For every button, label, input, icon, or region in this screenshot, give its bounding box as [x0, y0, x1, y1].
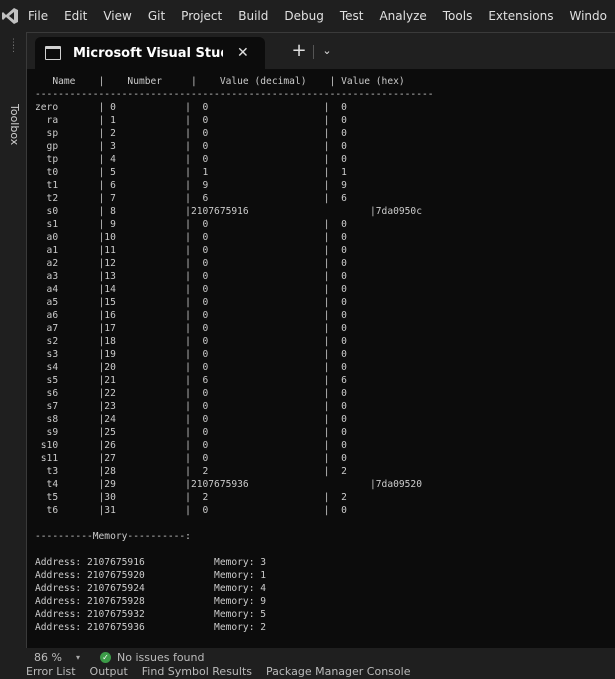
console-tabstrip: Microsoft Visual Studio Debu ✕ + ⌄ — [27, 33, 615, 69]
register-row: a0 |10 | 0 | 0 — [35, 232, 347, 243]
memory-row: Address: 2107675928 Memory: 9 — [35, 596, 267, 607]
tab-divider — [313, 45, 314, 59]
zoom-dropdown-icon[interactable]: ▾ — [76, 653, 80, 662]
memory-row: Address: 2107675920 Memory: 1 — [35, 570, 267, 581]
register-row: t1 | 6 | 9 | 9 — [35, 180, 347, 191]
register-row: a3 |13 | 0 | 0 — [35, 271, 347, 282]
register-row: s10 |26 | 0 | 0 — [35, 440, 347, 451]
visual-studio-logo-icon[interactable] — [0, 0, 20, 32]
register-row: ra | 1 | 0 | 0 — [35, 115, 347, 126]
menu-analyze[interactable]: Analyze — [371, 0, 434, 32]
register-row: s4 |20 | 0 | 0 — [35, 362, 347, 373]
register-row: gp | 3 | 0 | 0 — [35, 141, 347, 152]
check-icon: ✓ — [100, 651, 112, 663]
register-row: t4 |29 |2107675936 |7da09520 — [35, 479, 422, 490]
console-tab-title: Microsoft Visual Studio Debu — [73, 45, 223, 61]
menu-tools[interactable]: Tools — [435, 0, 481, 32]
memory-row: Address: 2107675924 Memory: 4 — [35, 583, 267, 594]
bottom-tool-tabs: Error List Output Find Symbol Results Pa… — [26, 667, 615, 679]
register-row: s0 | 8 |2107675916 |7da0950c — [35, 206, 422, 217]
register-row: s7 |23 | 0 | 0 — [35, 401, 347, 412]
menu-edit[interactable]: Edit — [56, 0, 95, 32]
chevron-down-icon[interactable]: ⌄ — [317, 41, 337, 61]
register-row: s8 |24 | 0 | 0 — [35, 414, 347, 425]
register-row: t2 | 7 | 6 | 6 — [35, 193, 347, 204]
menu-view[interactable]: View — [95, 0, 139, 32]
register-row: s5 |21 | 6 | 6 — [35, 375, 347, 386]
register-row: s2 |18 | 0 | 0 — [35, 336, 347, 347]
menu-test[interactable]: Test — [332, 0, 372, 32]
register-row: a2 |12 | 0 | 0 — [35, 258, 347, 269]
menu-extensions[interactable]: Extensions — [480, 0, 561, 32]
grip-handle-icon[interactable]: ⋮ ⋮ — [9, 39, 18, 56]
console-window: Microsoft Visual Studio Debu ✕ + ⌄ Name … — [26, 32, 615, 649]
zoom-level[interactable]: 86 % — [34, 651, 76, 664]
console-output: Name | Number | Value (decimal) | Value … — [35, 75, 434, 634]
register-row: t0 | 5 | 1 | 1 — [35, 167, 347, 178]
issues-status[interactable]: No issues found — [117, 651, 204, 664]
register-row: a6 |16 | 0 | 0 — [35, 310, 347, 321]
console-icon — [45, 46, 61, 60]
toolbox-tab[interactable]: Toolbox — [8, 104, 21, 145]
register-row: t6 |31 | 0 | 0 — [35, 505, 347, 516]
menu-project[interactable]: Project — [173, 0, 230, 32]
close-icon[interactable]: ✕ — [237, 45, 249, 61]
register-row: s3 |19 | 0 | 0 — [35, 349, 347, 360]
menu-file[interactable]: File — [20, 0, 56, 32]
editor-status-bar: 86 % ▾ ✓ No issues found — [26, 648, 615, 666]
register-row: t5 |30 | 2 | 2 — [35, 492, 347, 503]
register-table-separator: ----------------------------------------… — [35, 89, 434, 100]
register-row: a4 |14 | 0 | 0 — [35, 284, 347, 295]
menu-debug[interactable]: Debug — [276, 0, 331, 32]
register-table-header: Name | Number | Value (decimal) | Value … — [35, 76, 405, 87]
register-row: a5 |15 | 0 | 0 — [35, 297, 347, 308]
memory-row: Address: 2107675936 Memory: 2 — [35, 622, 267, 633]
register-row: s9 |25 | 0 | 0 — [35, 427, 347, 438]
menu-window[interactable]: Windo — [562, 0, 615, 32]
tab-output[interactable]: Output — [90, 667, 128, 679]
tab-find-symbol-results[interactable]: Find Symbol Results — [142, 667, 252, 679]
register-row: a1 |11 | 0 | 0 — [35, 245, 347, 256]
console-tab[interactable]: Microsoft Visual Studio Debu ✕ — [35, 37, 265, 69]
register-row: s11 |27 | 0 | 0 — [35, 453, 347, 464]
tab-package-manager-console[interactable]: Package Manager Console — [266, 667, 410, 679]
register-row: t3 |28 | 2 | 2 — [35, 466, 347, 477]
memory-row: Address: 2107675932 Memory: 5 — [35, 609, 267, 620]
new-tab-plus-icon[interactable]: + — [289, 41, 309, 61]
register-row: zero | 0 | 0 | 0 — [35, 102, 347, 113]
memory-row: Address: 2107675916 Memory: 3 — [35, 557, 267, 568]
left-tool-rail: ⋮ ⋮ Toolbox — [0, 32, 26, 679]
register-row: a7 |17 | 0 | 0 — [35, 323, 347, 334]
menu-build[interactable]: Build — [230, 0, 276, 32]
memory-section-header: ----------Memory----------: — [35, 531, 191, 542]
menu-git[interactable]: Git — [140, 0, 173, 32]
menu-bar: File Edit View Git Project Build Debug T… — [0, 0, 615, 32]
register-row: s6 |22 | 0 | 0 — [35, 388, 347, 399]
register-row: tp | 4 | 0 | 0 — [35, 154, 347, 165]
tab-error-list[interactable]: Error List — [26, 667, 76, 679]
register-row: sp | 2 | 0 | 0 — [35, 128, 347, 139]
register-row: s1 | 9 | 0 | 0 — [35, 219, 347, 230]
